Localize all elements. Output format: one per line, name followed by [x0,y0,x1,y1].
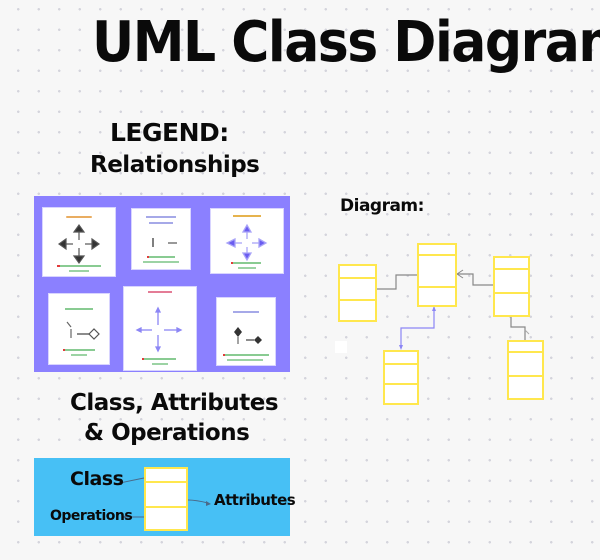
class-box-product[interactable] [493,256,530,317]
class-operations-section [340,300,375,320]
class-box-order[interactable] [417,243,457,307]
class-label: Class [70,468,124,490]
class-attributes-section [509,353,542,375]
class-name-section [495,258,528,268]
class-name-section [340,266,375,277]
arrowhead [206,501,211,506]
stray-shape [335,341,347,353]
class-name-section [385,352,417,363]
class-name-section [419,245,455,254]
connector-client-order [375,274,418,290]
class-attributes-section [495,270,528,292]
class-box-client[interactable] [338,264,377,322]
class-attributes-section [419,256,455,287]
class-name-section [509,342,542,351]
attributes-label: Attributes [214,491,296,509]
class-operations-section [419,288,455,305]
class-operations-section [385,385,417,403]
operations-label: Operations [50,508,133,524]
class-box-order-payment[interactable] [383,350,419,405]
class-attributes-section [385,365,417,383]
class-attributes-operations-panel: Class Attributes Operations [34,458,296,536]
class-operations-section [495,293,528,315]
attributes-callout-arrow [187,499,209,504]
class-box-stock[interactable] [507,340,544,400]
connector-product-stock [510,316,526,340]
connector-order-payment [400,307,435,348]
class-operations-section [509,376,542,398]
class-attributes-section [340,279,375,299]
class-callout-arrow [119,477,145,484]
connector-product-order [457,273,493,286]
